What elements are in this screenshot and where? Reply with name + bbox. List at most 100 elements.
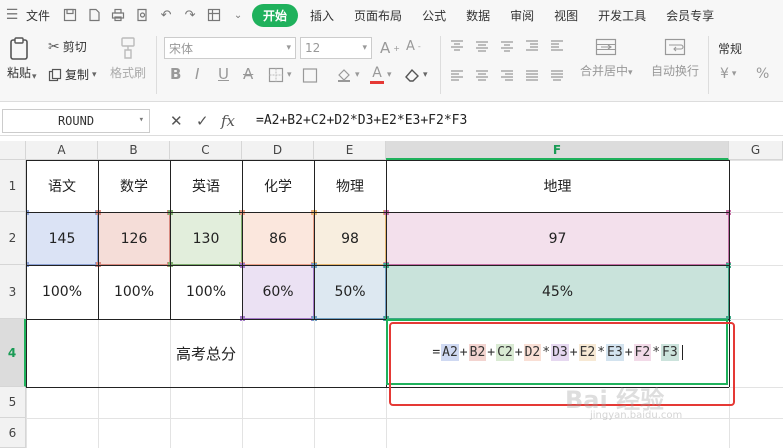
cell-d1[interactable]: 化学 [242, 160, 314, 212]
underline-button[interactable]: U [218, 65, 229, 83]
align-center-icon[interactable] [475, 69, 489, 83]
cell-e3[interactable]: 50% [314, 265, 386, 319]
handle-f2[interactable] [726, 210, 731, 215]
handle-e3[interactable] [312, 316, 317, 321]
handle-f3[interactable] [384, 263, 389, 268]
cell-f3[interactable]: 45% [386, 265, 729, 319]
align-bottom-icon[interactable] [500, 39, 514, 53]
handle-b2[interactable] [167, 210, 172, 215]
decrease-font-button[interactable]: A- [406, 39, 421, 54]
handle-d3[interactable] [311, 263, 316, 268]
handle-c2[interactable] [168, 210, 173, 215]
row-header-4[interactable]: 4 [0, 319, 26, 387]
font-size-select[interactable]: 12 ▾ [300, 37, 372, 59]
print-preview-icon[interactable] [133, 6, 151, 24]
paint-bucket-icon[interactable] [336, 67, 352, 83]
handle-d3[interactable] [240, 316, 245, 321]
row-header-5[interactable]: 5 [0, 387, 26, 418]
font-name-select[interactable]: 宋体 ▾ [164, 37, 296, 59]
handle-a2[interactable] [24, 210, 29, 215]
paste-dropdown-icon[interactable]: ▾ [32, 72, 37, 82]
menu-file[interactable]: 文件 [24, 7, 58, 24]
row-header-2[interactable]: 2 [0, 212, 26, 265]
handle-d3[interactable] [240, 263, 245, 268]
save-icon[interactable] [61, 6, 79, 24]
handle-e2[interactable] [312, 262, 317, 267]
row-header-6[interactable]: 6 [0, 418, 26, 448]
format-painter-button[interactable]: 格式刷 [110, 36, 146, 81]
formula-input[interactable]: =A2+B2+C2+D2*D3+E2*E3+F2*F3 [256, 113, 467, 128]
align-top-icon[interactable] [450, 39, 464, 53]
tab-4[interactable]: 数据 [458, 7, 498, 24]
tab-8[interactable]: 会员专享 [658, 7, 722, 24]
insert-function-icon[interactable]: fx [221, 112, 235, 130]
font-color-icon[interactable]: A [370, 65, 384, 84]
handle-f2[interactable] [384, 262, 389, 267]
fill-dropdown-icon[interactable]: ▾ [355, 70, 360, 80]
handle-a2[interactable] [95, 210, 100, 215]
border-dropdown-icon[interactable]: ▾ [287, 70, 292, 80]
name-box[interactable]: ROUND ▾ [2, 109, 150, 133]
handle-f2[interactable] [384, 210, 389, 215]
cell-e2[interactable]: 98 [314, 212, 386, 265]
column-header-e[interactable]: E [314, 141, 386, 160]
export-pdf-icon[interactable] [85, 6, 103, 24]
format-icon[interactable] [205, 6, 223, 24]
cell-b3[interactable]: 100% [98, 265, 170, 319]
cell-a3[interactable]: 100% [26, 265, 98, 319]
handle-c2[interactable] [168, 262, 173, 267]
cell-f2[interactable]: 97 [386, 212, 729, 265]
row-header-3[interactable]: 3 [0, 265, 26, 319]
column-header-a[interactable]: A [26, 141, 98, 160]
italic-button[interactable]: I [195, 65, 199, 83]
menu-icon[interactable]: ☰ [3, 6, 21, 24]
fill-color-icon[interactable] [302, 67, 318, 83]
handle-a2[interactable] [24, 262, 29, 267]
row-header-1[interactable]: 1 [0, 160, 26, 212]
column-header-d[interactable]: D [242, 141, 314, 160]
wrap-text-button[interactable]: 自动换行 [651, 36, 699, 79]
cell-a2[interactable]: 145 [26, 212, 98, 265]
tab-2[interactable]: 页面布局 [346, 7, 410, 24]
paste-button[interactable]: 粘贴 [6, 36, 32, 81]
cell-b2[interactable]: 126 [98, 212, 170, 265]
redo-icon[interactable]: ↷ [181, 6, 199, 24]
handle-d2[interactable] [240, 262, 245, 267]
handle-b2[interactable] [96, 210, 101, 215]
eraser-icon[interactable] [404, 67, 420, 83]
handle-f3[interactable] [726, 263, 731, 268]
print-icon[interactable] [109, 6, 127, 24]
cell-e1[interactable]: 物理 [314, 160, 386, 212]
tab-3[interactable]: 公式 [414, 7, 454, 24]
cell-a1[interactable]: 语文 [26, 160, 98, 212]
outdent-icon[interactable] [550, 39, 564, 53]
tab-6[interactable]: 视图 [546, 7, 586, 24]
cell-d3[interactable]: 60% [242, 265, 314, 319]
handle-b2[interactable] [96, 262, 101, 267]
justify-icon[interactable] [525, 69, 539, 83]
align-middle-icon[interactable] [475, 39, 489, 53]
cell-d2[interactable]: 86 [242, 212, 314, 265]
border-icon[interactable] [268, 67, 284, 83]
eraser-dropdown-icon[interactable]: ▾ [423, 70, 428, 80]
strikethrough-button[interactable]: A [243, 65, 253, 83]
cell-a4-merged[interactable]: 高考总分 [26, 319, 386, 387]
column-header-g[interactable]: G [729, 141, 783, 160]
column-header-b[interactable]: B [98, 141, 170, 160]
merge-center-button[interactable]: 合并居中▾ [580, 36, 633, 79]
cell-f1[interactable]: 地理 [386, 160, 729, 212]
select-all-corner[interactable] [0, 141, 26, 160]
handle-d2[interactable] [311, 210, 316, 215]
tab-7[interactable]: 开发工具 [590, 7, 654, 24]
cancel-formula-icon[interactable]: ✕ [170, 112, 183, 130]
handle-e3[interactable] [383, 263, 388, 268]
increase-font-button[interactable]: A + [380, 39, 400, 57]
tab-1[interactable]: 插入 [302, 7, 342, 24]
handle-e2[interactable] [312, 210, 317, 215]
cell-c3[interactable]: 100% [170, 265, 242, 319]
indent-icon[interactable] [525, 39, 539, 53]
cell-c1[interactable]: 英语 [170, 160, 242, 212]
align-left-icon[interactable] [450, 69, 464, 83]
handle-e3[interactable] [312, 263, 317, 268]
number-format-select[interactable]: 常规 [714, 37, 783, 59]
